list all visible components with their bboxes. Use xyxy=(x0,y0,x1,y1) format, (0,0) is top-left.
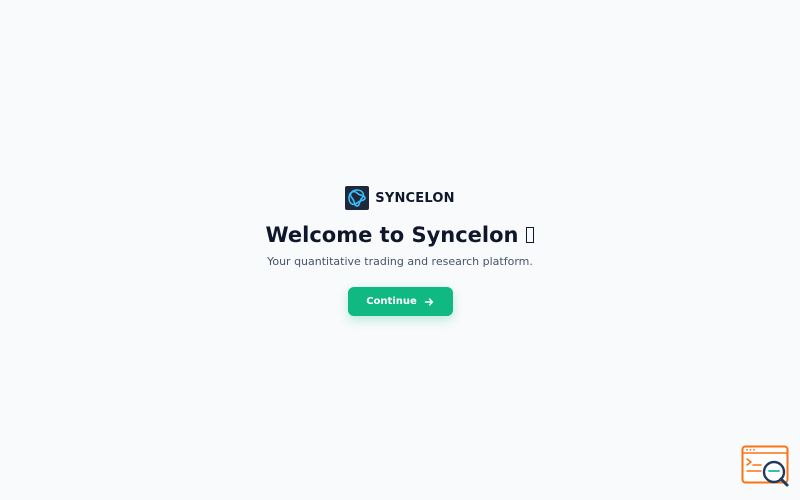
continue-button[interactable]: Continue xyxy=(347,287,453,316)
continue-button-label: Continue xyxy=(366,296,417,307)
page-title-text: Welcome to Syncelon xyxy=(265,223,519,247)
brand-name: SYNCELON xyxy=(375,190,455,206)
search-console-icon[interactable] xyxy=(741,445,791,489)
page-subtitle: Your quantitative trading and research p… xyxy=(267,255,533,268)
syncelon-logo-icon xyxy=(345,186,370,210)
missing-glyph-icon xyxy=(526,227,535,243)
welcome-panel: SYNCELON Welcome to Syncelon Your quanti… xyxy=(0,185,800,316)
arrow-right-icon xyxy=(424,297,433,306)
page-title: Welcome to Syncelon xyxy=(266,222,535,248)
brand: SYNCELON xyxy=(345,185,455,211)
welcome-page: SYNCELON Welcome to Syncelon Your quanti… xyxy=(0,0,800,500)
